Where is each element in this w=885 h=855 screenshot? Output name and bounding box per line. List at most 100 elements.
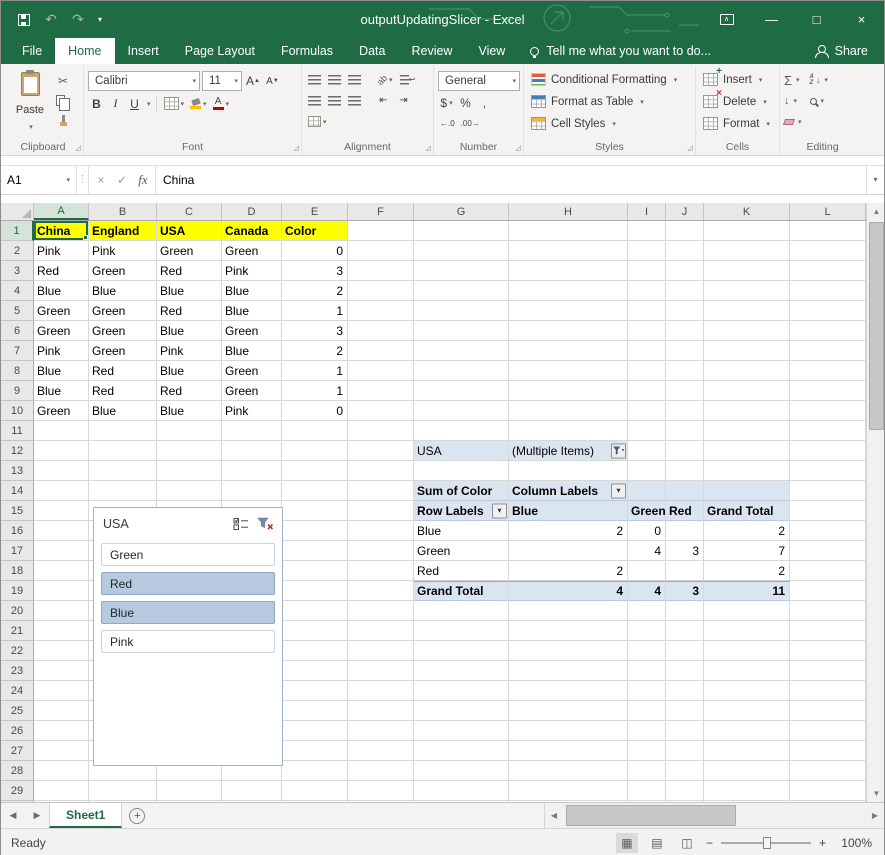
cell-H13[interactable] xyxy=(509,461,628,481)
row-header-3[interactable]: 3 xyxy=(1,261,34,281)
cell-J1[interactable] xyxy=(666,221,704,241)
cell-G16[interactable]: Blue xyxy=(414,521,509,541)
underline-button[interactable]: U xyxy=(126,94,143,113)
cell-I14[interactable] xyxy=(628,481,666,501)
cell-C14[interactable] xyxy=(157,481,222,501)
cell-K12[interactable] xyxy=(704,441,790,461)
cell-L8[interactable] xyxy=(790,361,866,381)
paste-button[interactable]: Paste ▾ xyxy=(7,67,53,133)
cell-K14[interactable] xyxy=(704,481,790,501)
cell-L22[interactable] xyxy=(790,641,866,661)
name-box-splitter[interactable]: ⋮ xyxy=(77,166,89,194)
copy-button[interactable]: ▾ xyxy=(53,92,73,109)
save-icon[interactable] xyxy=(11,7,37,33)
horizontal-scroll-track[interactable] xyxy=(563,803,866,828)
cell-J17[interactable]: 3 xyxy=(666,541,704,561)
cell-H12[interactable]: (Multiple Items)▾ xyxy=(509,441,628,461)
cell-H10[interactable] xyxy=(509,401,628,421)
cell-G29[interactable] xyxy=(414,781,509,801)
cell-H22[interactable] xyxy=(509,641,628,661)
cell-A15[interactable] xyxy=(34,501,89,521)
tell-me-box[interactable]: Tell me what you want to do... xyxy=(518,38,723,64)
cell-E29[interactable] xyxy=(282,781,348,801)
cell-A4[interactable]: Blue xyxy=(34,281,89,301)
paste-dropdown-icon[interactable]: ▾ xyxy=(29,123,33,131)
comma-style-button[interactable]: , xyxy=(476,93,493,112)
select-all-corner[interactable] xyxy=(1,203,34,220)
cell-I29[interactable] xyxy=(628,781,666,801)
cell-L7[interactable] xyxy=(790,341,866,361)
cell-A19[interactable] xyxy=(34,581,89,601)
cell-B14[interactable] xyxy=(89,481,157,501)
cell-J16[interactable] xyxy=(666,521,704,541)
cell-H27[interactable] xyxy=(509,741,628,761)
formula-input[interactable]: China xyxy=(156,166,866,194)
increase-font-size-icon[interactable]: A▲ xyxy=(244,72,262,91)
cell-L1[interactable] xyxy=(790,221,866,241)
cell-G6[interactable] xyxy=(414,321,509,341)
row-header-9[interactable]: 9 xyxy=(1,381,34,401)
cell-D5[interactable]: Blue xyxy=(222,301,282,321)
cell-F11[interactable] xyxy=(348,421,414,441)
cell-F30[interactable] xyxy=(348,801,414,802)
cell-J25[interactable] xyxy=(666,701,704,721)
column-header-I[interactable]: I xyxy=(628,203,666,220)
cell-F14[interactable] xyxy=(348,481,414,501)
cell-L18[interactable] xyxy=(790,561,866,581)
cell-F2[interactable] xyxy=(348,241,414,261)
cell-F20[interactable] xyxy=(348,601,414,621)
qat-customize-icon[interactable]: ▾ xyxy=(92,7,108,33)
format-cells-button[interactable]: Format▾ xyxy=(700,113,773,134)
cell-A2[interactable]: Pink xyxy=(34,241,89,261)
tab-page-layout[interactable]: Page Layout xyxy=(172,38,268,64)
cell-H15[interactable]: Blue xyxy=(509,501,628,521)
column-header-K[interactable]: K xyxy=(704,203,790,220)
cell-J23[interactable] xyxy=(666,661,704,681)
cell-A20[interactable] xyxy=(34,601,89,621)
cell-C10[interactable]: Blue xyxy=(157,401,222,421)
number-format-dropdown-icon[interactable]: ▾ xyxy=(512,77,516,85)
alignment-dialog-launcher-icon[interactable]: ◿ xyxy=(426,144,431,152)
row-header-15[interactable]: 15 xyxy=(1,501,34,521)
increase-decimal-button[interactable]: ←.0 xyxy=(438,114,457,133)
cell-G26[interactable] xyxy=(414,721,509,741)
borders-button[interactable]: ▾ xyxy=(162,94,187,113)
row-header-8[interactable]: 8 xyxy=(1,361,34,381)
vertical-scrollbar[interactable]: ▲ ▼ xyxy=(866,203,884,802)
cell-K24[interactable] xyxy=(704,681,790,701)
slicer-header[interactable]: USA xyxy=(94,508,282,537)
cell-H18[interactable]: 2 xyxy=(509,561,628,581)
sheet-tab-sheet1[interactable]: Sheet1 xyxy=(49,803,122,828)
row-header-11[interactable]: 11 xyxy=(1,421,34,441)
tab-formulas[interactable]: Formulas xyxy=(268,38,346,64)
cell-A22[interactable] xyxy=(34,641,89,661)
cell-E11[interactable] xyxy=(282,421,348,441)
cell-K16[interactable]: 2 xyxy=(704,521,790,541)
cell-L27[interactable] xyxy=(790,741,866,761)
cell-K28[interactable] xyxy=(704,761,790,781)
cell-J21[interactable] xyxy=(666,621,704,641)
cell-I20[interactable] xyxy=(628,601,666,621)
cell-J24[interactable] xyxy=(666,681,704,701)
cell-J22[interactable] xyxy=(666,641,704,661)
cell-K30[interactable] xyxy=(704,801,790,802)
cell-D13[interactable] xyxy=(222,461,282,481)
cell-I25[interactable] xyxy=(628,701,666,721)
cell-H29[interactable] xyxy=(509,781,628,801)
scroll-right-icon[interactable]: ▶ xyxy=(866,803,884,828)
cell-J7[interactable] xyxy=(666,341,704,361)
cell-I8[interactable] xyxy=(628,361,666,381)
cell-K4[interactable] xyxy=(704,281,790,301)
cell-A18[interactable] xyxy=(34,561,89,581)
cell-G8[interactable] xyxy=(414,361,509,381)
enter-icon[interactable]: ✓ xyxy=(112,173,132,187)
cell-H9[interactable] xyxy=(509,381,628,401)
cell-F16[interactable] xyxy=(348,521,414,541)
cell-J13[interactable] xyxy=(666,461,704,481)
cell-E28[interactable] xyxy=(282,761,348,781)
cell-C6[interactable]: Blue xyxy=(157,321,222,341)
cell-L19[interactable] xyxy=(790,581,866,601)
fill-color-button[interactable]: ▾ xyxy=(188,94,209,113)
slicer-item-green[interactable]: Green xyxy=(101,543,275,566)
font-size-select[interactable]: 11▾ xyxy=(202,71,242,91)
